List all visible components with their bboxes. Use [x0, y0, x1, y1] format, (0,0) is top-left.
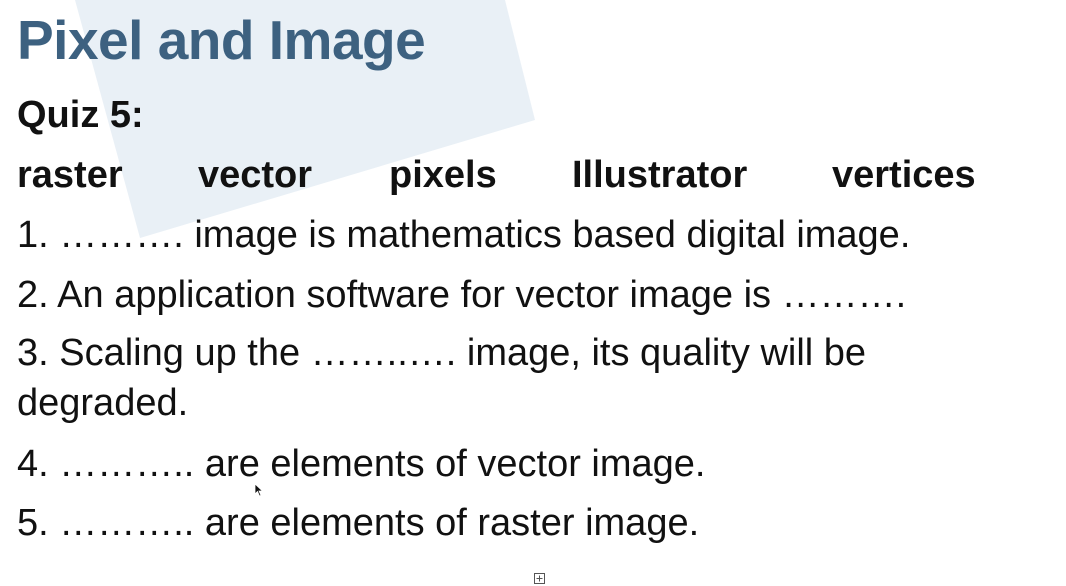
- question-4: 4. ……….. are elements of vector image.: [17, 443, 706, 485]
- word-bank-item: vector: [198, 154, 313, 196]
- question-2: 2. An application software for vector im…: [17, 274, 907, 316]
- question-1: 1. ………. image is mathematics based digit…: [17, 214, 911, 256]
- mouse-pointer-icon: [254, 483, 264, 497]
- slide-title: Pixel and Image: [17, 9, 426, 71]
- question-5: 5. ……….. are elements of raster image.: [17, 502, 700, 544]
- quiz-label: Quiz 5:: [17, 94, 144, 136]
- word-bank: raster vector pixels Illustrator vertice…: [17, 153, 1007, 197]
- word-bank-item: pixels: [389, 154, 497, 196]
- question-3: 3. Scaling up the ……..…. image, its qual…: [17, 332, 867, 424]
- slide: Pixel and Image Quiz 5: raster vector pi…: [0, 0, 1066, 586]
- word-bank-item: raster: [17, 154, 123, 196]
- word-bank-item: Illustrator: [572, 154, 748, 196]
- expand-box-icon[interactable]: [534, 573, 545, 584]
- word-bank-item: vertices: [832, 154, 976, 196]
